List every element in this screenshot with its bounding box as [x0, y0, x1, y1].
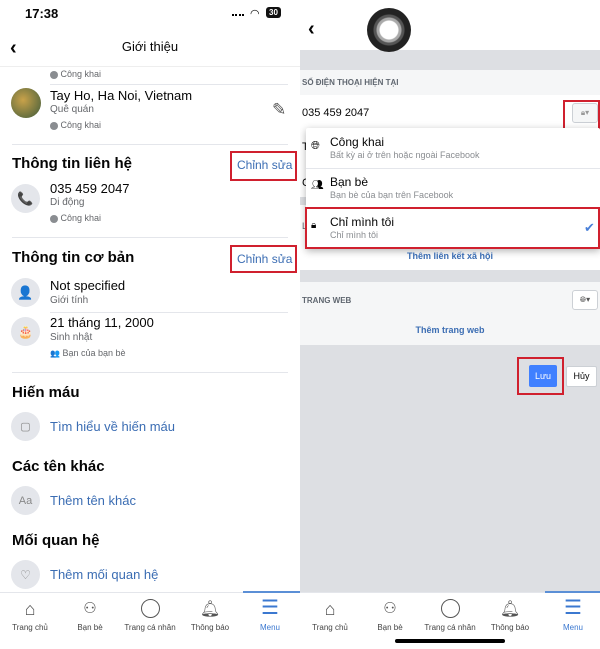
battery-icon: 30: [266, 7, 281, 18]
add-social-link[interactable]: Thêm liên kết xã hội: [300, 251, 600, 261]
bell-icon: 🔔︎: [499, 601, 521, 618]
website-privacy-button[interactable]: 🌐︎▾: [572, 290, 598, 310]
globe-icon: 🌐︎: [311, 140, 320, 152]
globe-icon: [50, 121, 58, 130]
website-label: TRANG WEB: [302, 296, 352, 305]
birthday-value: 21 tháng 11, 2000: [50, 315, 154, 330]
assistive-touch-button[interactable]: [367, 8, 411, 52]
hometown-photo: [11, 88, 41, 118]
add-relationship-link[interactable]: Thêm mối quan hệ: [50, 567, 158, 582]
phone-type: Di động: [50, 197, 85, 208]
page-title: Giới thiệu: [121, 39, 179, 54]
birthday-label: Sinh nhật: [50, 332, 93, 343]
bottom-nav: ⌂ Trang chủ ⚇ Bạn bè Trang cá nhân 🔔︎ Thông…: [0, 591, 300, 649]
phone-section-label: SỐ ĐIỆN THOẠI HIỆN TẠI: [302, 78, 399, 87]
status-time: 17:38: [25, 6, 59, 21]
globe-icon: 🌐︎▾: [579, 295, 591, 304]
pencil-icon[interactable]: ✎: [272, 100, 286, 120]
blood-link[interactable]: Tìm hiểu về hiến máu: [50, 419, 175, 434]
phone-icon: 📞: [11, 184, 40, 213]
privacy-label: Công khai: [50, 213, 101, 223]
about-screen: 17:38 ◠ 30 ‹ Giới thiệu Công khai Tay Ho…: [0, 0, 300, 649]
wifi-icon: ◠: [250, 8, 260, 20]
basic-info-heading: Thông tin cơ bản: [12, 249, 135, 266]
profile-icon: [441, 599, 460, 618]
privacy-label: Công khai: [50, 120, 101, 130]
blood-heading: Hiến máu: [12, 384, 80, 401]
home-icon: ⌂: [24, 599, 36, 619]
contact-info-heading: Thông tin liên hệ: [12, 155, 132, 172]
other-names-heading: Các tên khác: [12, 458, 105, 475]
relationship-heading: Mối quan hệ: [12, 532, 100, 549]
hometown-value: Tay Ho, Ha Noi, Vietnam: [50, 88, 193, 103]
home-icon: ⌂: [324, 599, 336, 619]
nav-friends[interactable]: ⚇ Bạn bè: [60, 593, 120, 638]
nav-friends[interactable]: ⚇ Bạn bè: [360, 593, 420, 638]
phone-value: 035 459 2047: [302, 107, 370, 119]
cake-icon: 🎂: [11, 317, 40, 346]
menu-icon: ☰: [261, 597, 279, 619]
nav-menu[interactable]: ☰ Menu: [240, 593, 300, 638]
nav-profile[interactable]: Trang cá nhân: [120, 593, 180, 638]
gender-value: Not specified: [50, 278, 126, 293]
text-icon: Aa: [11, 486, 40, 515]
edit-contact-screen: ‹ SỐ ĐIỆN THOẠI HIỆN TẠI 035 459 2047 🔒︎…: [300, 0, 600, 649]
globe-icon: [50, 214, 58, 223]
nav-home[interactable]: ⌂ Trang chủ: [300, 593, 360, 638]
nav-menu[interactable]: ☰ Menu: [543, 593, 600, 638]
option-friends[interactable]: 👥︎ Bạn bè Bạn bè của bạn trên Facebook: [306, 168, 600, 208]
privacy-label: Công khai: [50, 69, 101, 79]
hometown-label: Quê quán: [50, 104, 94, 115]
friends-icon: ⚇: [83, 600, 97, 617]
nav-notifications[interactable]: 🔔︎ Thông báo: [180, 593, 240, 638]
option-public[interactable]: 🌐︎ Công khai Bất kỳ ai ở trên hoặc ngoài…: [306, 128, 600, 168]
back-button[interactable]: ‹: [308, 18, 315, 41]
blood-drop-icon: ▢: [11, 412, 40, 441]
nav-notifications[interactable]: 🔔︎ Thông báo: [480, 593, 540, 638]
friends-icon: 👥: [50, 349, 60, 358]
menu-icon: ☰: [564, 597, 582, 619]
nav-profile[interactable]: Trang cá nhân: [420, 593, 480, 638]
globe-icon: [50, 70, 58, 79]
add-website-link[interactable]: Thêm trang web: [300, 325, 600, 335]
person-icon: 👤: [11, 278, 40, 307]
bottom-nav: ⌂ Trang chủ ⚇ Bạn bè Trang cá nhân 🔔︎ Thông…: [300, 591, 600, 649]
home-indicator: [395, 639, 505, 643]
add-name-link[interactable]: Thêm tên khác: [50, 493, 136, 508]
profile-icon: [141, 599, 160, 618]
cancel-button[interactable]: Hủy: [566, 366, 597, 387]
gender-label: Giới tính: [50, 295, 89, 306]
phone-value: 035 459 2047: [50, 181, 130, 196]
bell-icon: 🔔︎: [199, 601, 221, 618]
friends-icon: 👥︎: [311, 180, 324, 191]
nav-home[interactable]: ⌂ Trang chủ: [0, 593, 60, 638]
friends-icon: ⚇: [383, 600, 397, 617]
signal-icon: [232, 9, 244, 16]
heart-icon: ♡: [11, 560, 40, 589]
privacy-label: 👥 Bạn của bạn bè: [50, 348, 126, 358]
